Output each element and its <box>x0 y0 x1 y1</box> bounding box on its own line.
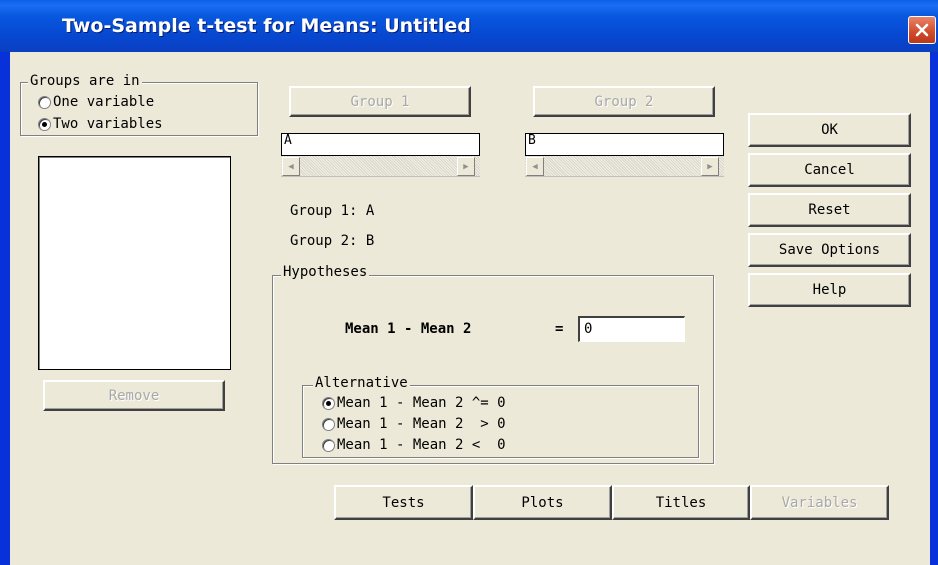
group2-field[interactable]: B <box>525 133 724 156</box>
group2-scrollbar[interactable]: ◀ ▶ <box>525 156 724 177</box>
group1-summary: Group 1: A <box>290 203 375 219</box>
window-frame-right <box>930 0 938 565</box>
plots-button[interactable]: Plots <box>473 485 612 520</box>
reset-button[interactable]: Reset <box>748 193 911 227</box>
equals-sign: = <box>555 321 564 337</box>
scroll-right-arrow[interactable]: ▶ <box>457 157 475 176</box>
arrow-right-icon: ▶ <box>707 161 713 172</box>
radio-alt-less[interactable]: Mean 1 - Mean 2 < 0 <box>322 436 506 454</box>
scroll-left-arrow[interactable]: ◀ <box>282 157 300 176</box>
cancel-button[interactable]: Cancel <box>748 153 911 187</box>
group1-button[interactable]: Group 1 <box>289 86 471 117</box>
variable-listbox[interactable] <box>38 156 231 370</box>
window-frame-left <box>0 0 10 565</box>
mean-diff-label: Mean 1 - Mean 2 <box>345 321 472 337</box>
radio-icon <box>322 396 335 410</box>
radio-label: Mean 1 - Mean 2 < 0 <box>337 437 506 453</box>
radio-icon <box>38 117 51 131</box>
remove-button[interactable]: Remove <box>43 380 225 411</box>
arrow-left-icon: ◀ <box>532 161 538 172</box>
ok-button[interactable]: OK <box>748 113 911 147</box>
radio-icon <box>322 438 335 452</box>
radio-label: One variable <box>53 94 155 110</box>
radio-alt-two-sided[interactable]: Mean 1 - Mean 2 ^= 0 <box>322 394 506 412</box>
save-options-button[interactable]: Save Options <box>748 233 911 267</box>
tests-button[interactable]: Tests <box>334 485 473 520</box>
hypotheses-legend: Hypotheses <box>281 264 370 280</box>
group2-summary: Group 2: B <box>290 233 375 249</box>
radio-alt-greater[interactable]: Mean 1 - Mean 2 > 0 <box>322 415 506 433</box>
arrow-right-icon: ▶ <box>463 161 469 172</box>
variables-button[interactable]: Variables <box>750 485 889 520</box>
window-title: Two-Sample t-test for Means: Untitled <box>62 15 471 37</box>
group1-field[interactable]: A <box>281 133 480 156</box>
alternative-legend: Alternative <box>313 375 410 391</box>
radio-two-variables[interactable]: Two variables <box>38 115 163 133</box>
radio-one-variable[interactable]: One variable <box>38 93 154 111</box>
radio-label: Two variables <box>53 116 163 132</box>
radio-icon <box>38 95 51 109</box>
radio-label: Mean 1 - Mean 2 ^= 0 <box>337 395 506 411</box>
group1-scrollbar[interactable]: ◀ ▶ <box>281 156 480 177</box>
group2-button[interactable]: Group 2 <box>533 86 715 117</box>
scroll-right-arrow[interactable]: ▶ <box>701 157 719 176</box>
titles-button[interactable]: Titles <box>612 485 750 520</box>
help-button[interactable]: Help <box>748 273 911 307</box>
mean-diff-input[interactable]: 0 <box>578 316 685 342</box>
scroll-left-arrow[interactable]: ◀ <box>526 157 544 176</box>
radio-icon <box>322 417 335 431</box>
groups-in-legend: Groups are in <box>28 73 142 89</box>
close-icon <box>915 23 929 37</box>
radio-label: Mean 1 - Mean 2 > 0 <box>337 416 506 432</box>
close-button[interactable] <box>908 16 936 44</box>
arrow-left-icon: ◀ <box>288 161 294 172</box>
